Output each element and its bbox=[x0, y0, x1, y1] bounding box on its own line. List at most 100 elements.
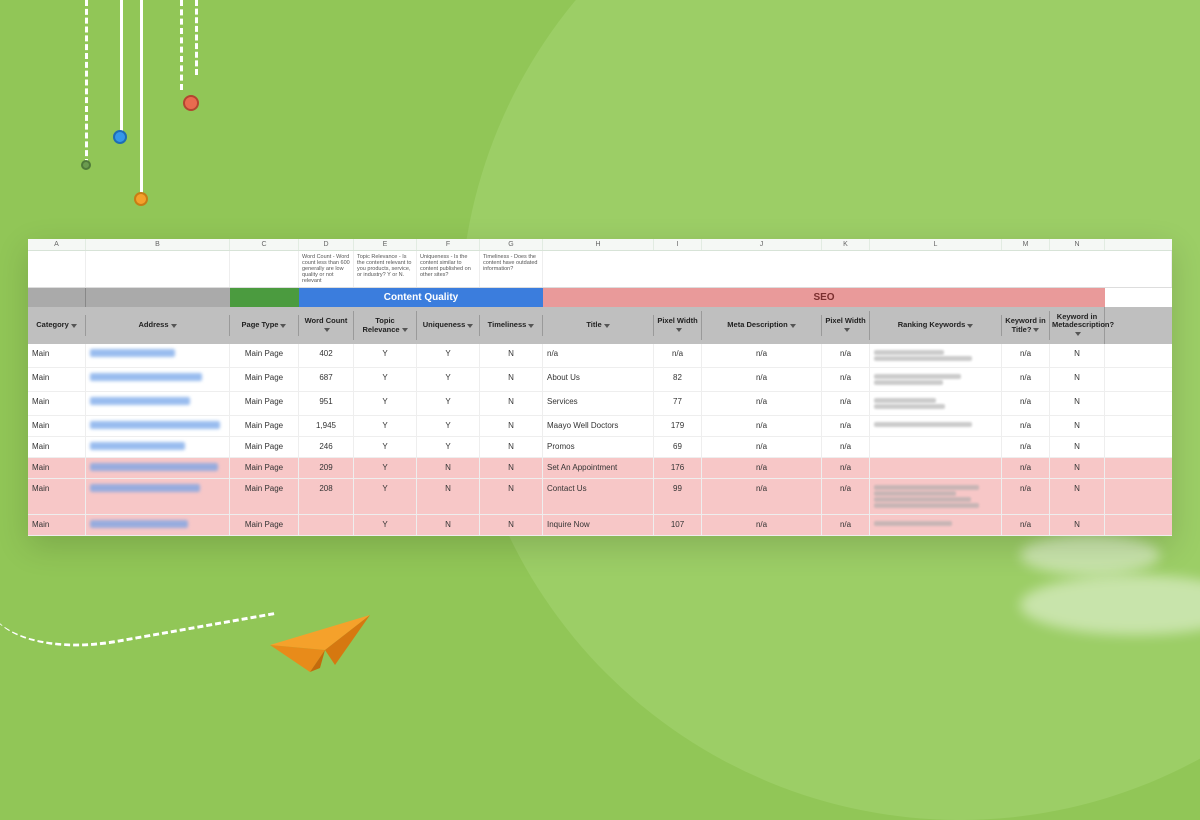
cell[interactable]: Y bbox=[417, 344, 480, 367]
cell[interactable]: Set An Appointment bbox=[543, 458, 654, 478]
cell[interactable]: 69 bbox=[654, 437, 702, 457]
cell[interactable]: 209 bbox=[299, 458, 354, 478]
cell[interactable]: Main Page bbox=[230, 515, 299, 535]
cell[interactable]: N bbox=[417, 515, 480, 535]
cell[interactable]: 82 bbox=[654, 368, 702, 391]
cell[interactable]: N bbox=[1050, 437, 1105, 457]
cell[interactable]: Main bbox=[28, 479, 86, 514]
table-row[interactable]: MainMain Page402YYNn/an/an/an/an/aN bbox=[28, 344, 1172, 368]
cell[interactable] bbox=[870, 458, 1002, 478]
cell[interactable] bbox=[86, 416, 230, 436]
header-meta-description[interactable]: Meta Description bbox=[702, 315, 822, 335]
cell[interactable] bbox=[870, 368, 1002, 391]
cell[interactable]: N bbox=[1050, 416, 1105, 436]
header-pixel-width-2[interactable]: Pixel Width bbox=[822, 311, 870, 340]
column-letter[interactable]: C bbox=[230, 239, 299, 250]
cell[interactable] bbox=[86, 479, 230, 514]
cell[interactable]: 99 bbox=[654, 479, 702, 514]
cell[interactable]: Y bbox=[354, 479, 417, 514]
cell[interactable]: Main bbox=[28, 515, 86, 535]
cell[interactable]: Y bbox=[354, 344, 417, 367]
header-address[interactable]: Address bbox=[86, 315, 230, 335]
cell[interactable]: N bbox=[1050, 458, 1105, 478]
cell[interactable] bbox=[870, 344, 1002, 367]
cell[interactable]: n/a bbox=[702, 479, 822, 514]
cell[interactable]: Main Page bbox=[230, 458, 299, 478]
cell[interactable]: n/a bbox=[1002, 515, 1050, 535]
cell[interactable]: Main Page bbox=[230, 437, 299, 457]
cell[interactable]: n/a bbox=[822, 392, 870, 415]
cell[interactable]: n/a bbox=[822, 479, 870, 514]
cell[interactable]: n/a bbox=[1002, 458, 1050, 478]
cell[interactable]: n/a bbox=[702, 458, 822, 478]
cell[interactable] bbox=[86, 437, 230, 457]
cell[interactable]: N bbox=[1050, 344, 1105, 367]
cell[interactable]: Maayo Well Doctors bbox=[543, 416, 654, 436]
cell[interactable] bbox=[86, 392, 230, 415]
cell[interactable] bbox=[870, 479, 1002, 514]
column-letter[interactable]: B bbox=[86, 239, 230, 250]
cell[interactable] bbox=[870, 515, 1002, 535]
column-letter[interactable]: E bbox=[354, 239, 417, 250]
cell[interactable]: 179 bbox=[654, 416, 702, 436]
spreadsheet[interactable]: ABCDEFGHIJKLMN Word Count - Word count l… bbox=[28, 239, 1172, 536]
cell[interactable]: 77 bbox=[654, 392, 702, 415]
cell[interactable]: Y bbox=[354, 458, 417, 478]
cell[interactable]: Main bbox=[28, 344, 86, 367]
cell[interactable]: n/a bbox=[1002, 479, 1050, 514]
table-row[interactable]: MainMain Page1,945YYNMaayo Well Doctors1… bbox=[28, 416, 1172, 437]
cell[interactable]: n/a bbox=[1002, 392, 1050, 415]
column-letter[interactable]: G bbox=[480, 239, 543, 250]
cell[interactable]: n/a bbox=[1002, 416, 1050, 436]
cell[interactable]: Main bbox=[28, 368, 86, 391]
cell[interactable]: Services bbox=[543, 392, 654, 415]
cell[interactable] bbox=[86, 368, 230, 391]
cell[interactable]: Main Page bbox=[230, 344, 299, 367]
column-letter[interactable]: J bbox=[702, 239, 822, 250]
cell[interactable]: 951 bbox=[299, 392, 354, 415]
cell[interactable]: n/a bbox=[1002, 344, 1050, 367]
cell[interactable]: n/a bbox=[702, 416, 822, 436]
cell[interactable]: Y bbox=[417, 392, 480, 415]
column-letter[interactable]: D bbox=[299, 239, 354, 250]
cell[interactable]: Promos bbox=[543, 437, 654, 457]
cell[interactable]: N bbox=[480, 515, 543, 535]
cell[interactable]: N bbox=[480, 368, 543, 391]
cell[interactable] bbox=[86, 458, 230, 478]
cell[interactable]: 107 bbox=[654, 515, 702, 535]
cell[interactable]: n/a bbox=[702, 392, 822, 415]
header-keyword-in-title[interactable]: Keyword in Title? bbox=[1002, 311, 1050, 340]
cell[interactable]: N bbox=[1050, 479, 1105, 514]
cell[interactable]: n/a bbox=[822, 437, 870, 457]
header-word-count[interactable]: Word Count bbox=[299, 311, 354, 340]
table-row[interactable]: MainMain Page208YNNContact Us99n/an/an/a… bbox=[28, 479, 1172, 515]
cell[interactable]: n/a bbox=[1002, 437, 1050, 457]
cell[interactable]: About Us bbox=[543, 368, 654, 391]
cell[interactable]: N bbox=[480, 437, 543, 457]
header-timeliness[interactable]: Timeliness bbox=[480, 315, 543, 335]
cell[interactable]: N bbox=[480, 416, 543, 436]
cell[interactable]: 176 bbox=[654, 458, 702, 478]
cell[interactable]: n/a bbox=[702, 437, 822, 457]
cell[interactable]: Main bbox=[28, 458, 86, 478]
column-letter[interactable]: F bbox=[417, 239, 480, 250]
header-topic-relevance[interactable]: Topic Relevance bbox=[354, 311, 417, 340]
table-row[interactable]: MainMain Page209YNNSet An Appointment176… bbox=[28, 458, 1172, 479]
cell[interactable]: n/a bbox=[702, 515, 822, 535]
cell[interactable]: n/a bbox=[822, 344, 870, 367]
cell[interactable]: N bbox=[417, 458, 480, 478]
cell[interactable] bbox=[299, 515, 354, 535]
cell[interactable]: Main Page bbox=[230, 416, 299, 436]
header-keyword-in-meta[interactable]: Keyword in Metadescription? bbox=[1050, 307, 1105, 344]
cell[interactable]: n/a bbox=[654, 344, 702, 367]
header-uniqueness[interactable]: Uniqueness bbox=[417, 315, 480, 335]
cell[interactable]: N bbox=[480, 458, 543, 478]
cell[interactable] bbox=[86, 344, 230, 367]
column-letter[interactable]: A bbox=[28, 239, 86, 250]
cell[interactable]: n/a bbox=[543, 344, 654, 367]
cell[interactable]: Y bbox=[417, 437, 480, 457]
table-row[interactable]: MainMain Page687YYNAbout Us82n/an/an/aN bbox=[28, 368, 1172, 392]
column-letter[interactable]: K bbox=[822, 239, 870, 250]
cell[interactable]: N bbox=[1050, 392, 1105, 415]
data-body[interactable]: MainMain Page402YYNn/an/an/an/an/aNMainM… bbox=[28, 344, 1172, 536]
